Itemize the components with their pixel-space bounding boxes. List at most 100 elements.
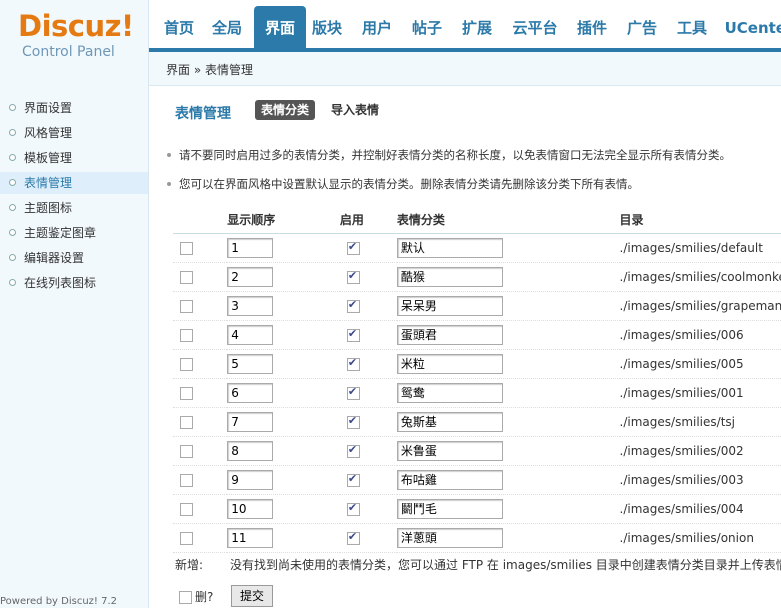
- table-row: 5 米粒 ./images/smilies/005: [173, 349, 781, 379]
- category-name-input[interactable]: 米鲁蛋: [396, 441, 503, 461]
- enabled-checkbox[interactable]: [346, 501, 360, 516]
- col-dir: 目录: [619, 206, 781, 234]
- nav-item-2[interactable]: 界面: [254, 6, 306, 48]
- delete-row-checkbox[interactable]: [180, 387, 193, 400]
- tab-import[interactable]: 导入表情: [331, 100, 379, 120]
- category-name-input[interactable]: 默认: [396, 238, 503, 258]
- order-input[interactable]: 1: [227, 238, 274, 258]
- category-name-input[interactable]: 鸳鸯: [396, 383, 503, 403]
- nav-item-4[interactable]: 用户: [359, 9, 395, 44]
- nav-item-0[interactable]: 首页: [161, 9, 197, 44]
- nav-item-8[interactable]: 插件: [574, 9, 610, 44]
- sidebar-item-6[interactable]: 编辑器设置: [0, 247, 148, 269]
- submit-button[interactable]: 提交: [231, 585, 273, 607]
- delete-row-checkbox[interactable]: [180, 242, 193, 255]
- category-name-input[interactable]: 米粒: [396, 354, 503, 374]
- logo: Discuz! Control Panel: [0, 0, 149, 86]
- breadcrumb: 界面 » 表情管理: [166, 63, 253, 77]
- delete-row-checkbox[interactable]: [180, 474, 193, 487]
- order-input[interactable]: 10: [227, 499, 274, 519]
- order-input[interactable]: 7: [227, 412, 274, 432]
- table-row: 9 布咕雞 ./images/smilies/003: [173, 465, 781, 495]
- sidebar-item-0[interactable]: 界面设置: [0, 97, 148, 119]
- dir-text: ./images/smilies/006: [619, 328, 744, 342]
- enabled-checkbox[interactable]: [346, 472, 360, 487]
- new-message: 没有找到尚未使用的表情分类，您可以通过 FTP 在 images/smilies…: [230, 558, 781, 572]
- nav-item-10[interactable]: 工具: [674, 9, 710, 44]
- col-order: 显示顺序: [227, 206, 340, 234]
- order-input[interactable]: 2: [227, 267, 274, 287]
- delete-row-checkbox[interactable]: [180, 532, 193, 545]
- enabled-checkbox[interactable]: [346, 530, 360, 545]
- order-input[interactable]: 11: [227, 528, 274, 548]
- category-name-input[interactable]: 蛋頭君: [396, 325, 503, 345]
- dir-text: ./images/smilies/grapeman: [619, 299, 781, 313]
- nav-item-5[interactable]: 帖子: [409, 9, 445, 44]
- dir-text: ./images/smilies/003: [619, 473, 744, 487]
- category-name-input[interactable]: 呆呆男: [396, 296, 503, 316]
- table-row: 1 默认 ./images/smilies/default: [173, 233, 781, 263]
- new-label: 新增:: [175, 558, 204, 572]
- nav-item-7[interactable]: 云平台: [509, 9, 561, 44]
- enabled-checkbox[interactable]: [346, 327, 360, 342]
- sidebar-item-2[interactable]: 模板管理: [0, 147, 148, 169]
- category-name-input[interactable]: 鬭鬥毛: [396, 499, 503, 519]
- nav-item-11[interactable]: UCenter: [724, 9, 781, 44]
- nav-item-9[interactable]: 广告: [624, 9, 660, 44]
- sidebar-item-1[interactable]: 风格管理: [0, 122, 148, 144]
- order-input[interactable]: 4: [227, 325, 274, 345]
- bullet-icon: [9, 179, 16, 186]
- category-name-input[interactable]: 兔斯基: [396, 412, 503, 432]
- bullet-icon: [9, 129, 16, 136]
- category-name-input[interactable]: 酷猴: [396, 267, 503, 287]
- delete-row-checkbox[interactable]: [180, 416, 193, 429]
- table-row: 10 鬭鬥毛 ./images/smilies/004: [173, 494, 781, 524]
- sidebar-item-label: 主题鉴定图章: [24, 226, 97, 240]
- sidebar-item-4[interactable]: 主题图标: [0, 197, 148, 219]
- dir-text: ./images/smilies/001: [619, 386, 744, 400]
- order-input[interactable]: 3: [227, 296, 274, 316]
- enabled-checkbox[interactable]: [346, 414, 360, 429]
- delete-row-checkbox[interactable]: [180, 329, 193, 342]
- table-row: 8 米鲁蛋 ./images/smilies/002: [173, 436, 781, 466]
- delete-row-checkbox[interactable]: [180, 300, 193, 313]
- dir-text: ./images/smilies/002: [619, 444, 744, 458]
- sidebar-item-label: 主题图标: [24, 201, 73, 215]
- nav-item-3[interactable]: 版块: [309, 9, 345, 44]
- bullet-icon: [9, 154, 16, 161]
- delete-row-checkbox[interactable]: [180, 445, 193, 458]
- tab-categories[interactable]: 表情分类: [255, 100, 316, 120]
- nav-item-1[interactable]: 全局: [209, 9, 245, 44]
- powered-by: Powered by Discuz! 7.2: [0, 596, 118, 607]
- sidebar-item-5[interactable]: 主题鉴定图章: [0, 222, 148, 244]
- enabled-checkbox[interactable]: [346, 298, 360, 313]
- delete-row-checkbox[interactable]: [180, 271, 193, 284]
- dir-text: ./images/smilies/tsj: [619, 415, 735, 429]
- enabled-checkbox[interactable]: [346, 356, 360, 371]
- table-row: 4 蛋頭君 ./images/smilies/006: [173, 320, 781, 350]
- enabled-checkbox[interactable]: [346, 240, 360, 255]
- enabled-checkbox[interactable]: [346, 443, 360, 458]
- nav-item-6[interactable]: 扩展: [459, 9, 495, 44]
- dir-text: ./images/smilies/default: [619, 241, 763, 255]
- dir-text: ./images/smilies/coolmonkey: [619, 270, 781, 284]
- logo-subtitle: Control Panel: [22, 44, 115, 60]
- category-name-input[interactable]: 布咕雞: [396, 470, 503, 490]
- order-input[interactable]: 8: [227, 441, 274, 461]
- enabled-checkbox[interactable]: [346, 385, 360, 400]
- delete-all[interactable]: 删?: [179, 588, 213, 605]
- sidebar-item-label: 风格管理: [24, 126, 73, 140]
- tip-2: 您可以在界面风格中设置默认显示的表情分类。删除表情分类请先删除该分类下所有表情。: [167, 177, 639, 191]
- category-name-input[interactable]: 洋蔥頭: [396, 528, 503, 548]
- main-content: 表情管理 表情分类 导入表情 请不要同时启用过多的表情分类，并控制好表情分类的名…: [149, 86, 781, 608]
- order-input[interactable]: 6: [227, 383, 274, 403]
- delete-row-checkbox[interactable]: [180, 503, 193, 516]
- sidebar-item-7[interactable]: 在线列表图标: [0, 272, 148, 294]
- sidebar-item-3[interactable]: 表情管理: [0, 172, 148, 194]
- delete-checkbox[interactable]: [179, 591, 192, 604]
- table-row: 11 洋蔥頭 ./images/smilies/onion: [173, 523, 781, 553]
- delete-row-checkbox[interactable]: [180, 358, 193, 371]
- order-input[interactable]: 9: [227, 470, 274, 490]
- enabled-checkbox[interactable]: [346, 269, 360, 284]
- order-input[interactable]: 5: [227, 354, 274, 374]
